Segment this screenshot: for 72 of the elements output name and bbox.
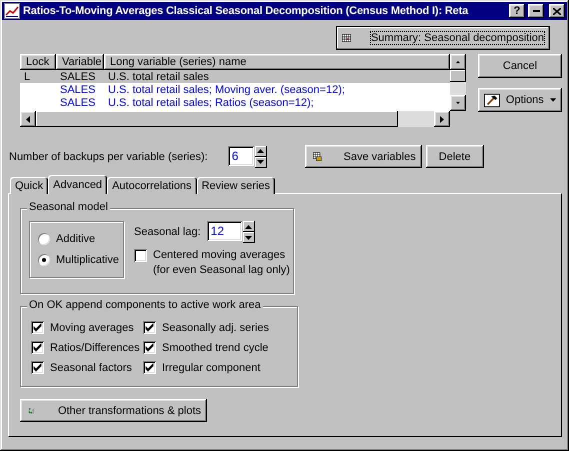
seasonal-lag-field[interactable]: 12 bbox=[206, 221, 242, 241]
field-label: Number of backups per variable (series): bbox=[9, 150, 208, 162]
field-label: Seasonal lag: bbox=[134, 226, 201, 238]
checkbox[interactable] bbox=[134, 249, 147, 262]
minimize-icon bbox=[532, 10, 540, 12]
checkbox[interactable] bbox=[143, 321, 156, 334]
radio-button[interactable] bbox=[38, 232, 50, 245]
checkbox-label: Seasonal factors bbox=[50, 362, 132, 374]
cancel-button[interactable]: Cancel bbox=[478, 54, 562, 78]
horizontal-scrollbar[interactable] bbox=[20, 111, 450, 127]
up-arrow-icon bbox=[245, 224, 252, 228]
dropdown-arrow-icon bbox=[550, 98, 556, 102]
spin-buttons[interactable] bbox=[242, 221, 255, 243]
scroll-thumb[interactable] bbox=[450, 70, 466, 82]
right-arrow-icon bbox=[440, 116, 444, 122]
down-arrow-icon bbox=[245, 236, 252, 240]
checkbox[interactable] bbox=[31, 341, 44, 354]
options-button[interactable]: Options bbox=[478, 88, 562, 112]
column-header[interactable]: Lock bbox=[20, 54, 56, 70]
group-title: Seasonal model bbox=[27, 201, 110, 213]
help-button[interactable]: ? bbox=[509, 4, 525, 18]
table-cell-text: L bbox=[23, 70, 32, 82]
other-transformations-button[interactable]: Other transformations & plots bbox=[20, 399, 207, 422]
summary-button[interactable]: Summary: Seasonal decomposition bbox=[336, 26, 550, 50]
scroll-thumb[interactable] bbox=[36, 111, 398, 127]
up-arrow-icon bbox=[456, 60, 460, 64]
checkbox[interactable] bbox=[31, 361, 44, 374]
window-title: Ratios-To-Moving Averages Classical Seasonal Decomposition (Census Method I): Reta bbox=[23, 5, 470, 17]
left-arrow-icon bbox=[26, 116, 30, 122]
checkbox[interactable] bbox=[143, 361, 156, 374]
hammer-icon bbox=[484, 92, 500, 108]
table-cell-text: SALES bbox=[59, 84, 96, 96]
delete-button[interactable]: Delete bbox=[426, 145, 484, 168]
spreadsheet-icon bbox=[342, 31, 351, 45]
group-title: On OK append components to active work area bbox=[27, 299, 263, 311]
up-arrow-icon bbox=[257, 149, 264, 153]
checkbox-label: Centered moving averages bbox=[153, 249, 286, 261]
scroll-up-button[interactable] bbox=[450, 54, 466, 70]
backups-field[interactable]: 6 bbox=[228, 146, 254, 166]
checkbox-label: Irregular component bbox=[162, 362, 260, 374]
checkbox-label: Smoothed trend cycle bbox=[162, 342, 268, 354]
close-icon bbox=[553, 8, 561, 14]
tab[interactable]: Quick bbox=[10, 177, 48, 194]
hint-text: (for even Seasonal lag only) bbox=[153, 264, 290, 276]
down-arrow-icon bbox=[257, 160, 264, 164]
checkbox-label: Moving averages bbox=[50, 322, 134, 334]
radio-label: Multiplicative bbox=[56, 254, 119, 266]
vertical-scrollbar[interactable] bbox=[450, 54, 466, 111]
column-header[interactable]: Long variable (series) name bbox=[104, 54, 450, 70]
checkbox-label: Ratios/Differences bbox=[50, 342, 140, 354]
minimize-button[interactable] bbox=[528, 4, 544, 18]
table-cell-text: SALES bbox=[59, 70, 96, 82]
close-button[interactable] bbox=[549, 4, 565, 18]
table-cell-text: SALES bbox=[59, 96, 96, 108]
down-arrow-icon bbox=[456, 101, 460, 105]
tab[interactable]: Review series bbox=[196, 177, 276, 194]
column-header[interactable]: Variable bbox=[56, 54, 104, 70]
save-variables-button[interactable]: Save variables bbox=[304, 145, 422, 168]
scroll-right-button[interactable] bbox=[434, 111, 450, 127]
checkbox-label: Seasonally adj. series bbox=[162, 322, 270, 334]
checkbox[interactable] bbox=[143, 341, 156, 354]
scroll-down-button[interactable] bbox=[450, 95, 466, 111]
radio-button[interactable] bbox=[38, 254, 50, 266]
table-cell-text: U.S. total retail sales; Moving aver. (season=12); bbox=[107, 84, 346, 96]
spin-buttons[interactable] bbox=[254, 146, 267, 168]
table-cell-text: U.S. total retail sales bbox=[107, 70, 210, 82]
scroll-left-button[interactable] bbox=[20, 111, 36, 127]
checkbox[interactable] bbox=[31, 321, 44, 334]
tab[interactable]: Autocorrelations bbox=[107, 177, 197, 194]
table-cell-text: U.S. total retail sales; Ratios (season=12); bbox=[107, 96, 315, 108]
radio-label: Additive bbox=[56, 232, 96, 245]
tab[interactable]: Advanced bbox=[48, 175, 108, 194]
